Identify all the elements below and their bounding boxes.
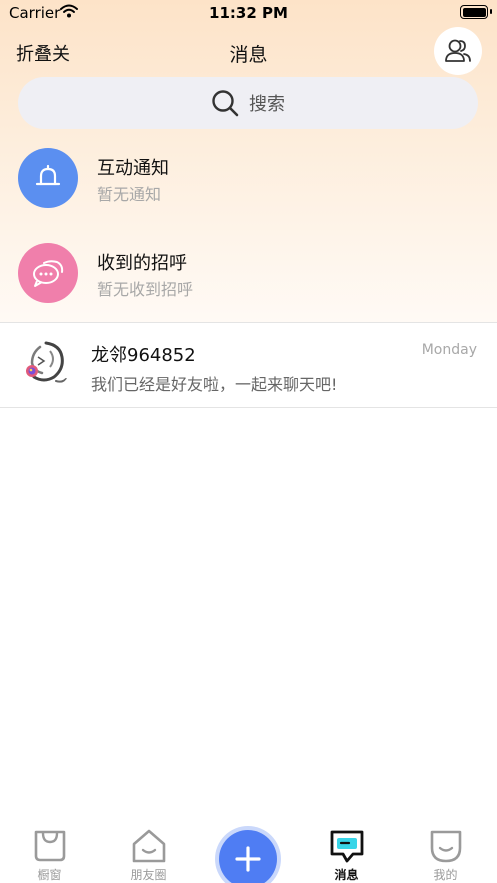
dragon-avatar (20, 337, 72, 389)
notification-icon-circle (18, 148, 78, 208)
entry-title: 收到的招呼 (97, 253, 187, 274)
divider (0, 407, 497, 408)
search-icon (212, 90, 239, 117)
contacts-icon (445, 39, 471, 62)
contacts-button[interactable] (434, 27, 482, 75)
tab-profile[interactable]: 我的 (396, 824, 495, 883)
tab-messages[interactable]: 消息 (297, 824, 396, 883)
page-title: 消息 (229, 44, 268, 66)
chat-contact-name: 龙邻964852 (91, 345, 196, 366)
tab-label: 我的 (433, 868, 458, 882)
chat-bubble-icon (33, 260, 64, 287)
tab-showcase[interactable]: 橱窗 (0, 824, 99, 883)
entry-subtitle: 暂无通知 (97, 185, 162, 204)
entry-subtitle: 暂无收到招呼 (97, 280, 194, 299)
plus-icon (235, 846, 261, 872)
clock: 11:32 PM (209, 4, 288, 22)
message-icon (330, 830, 364, 863)
bell-icon (35, 164, 61, 186)
tab-moments[interactable]: 朋友圈 (99, 824, 198, 883)
search-bar[interactable]: 搜索 (18, 77, 478, 129)
entry-title: 互动通知 (97, 158, 169, 179)
tab-label: 橱窗 (37, 868, 62, 882)
chat-timestamp: Monday (421, 342, 477, 358)
status-bar: Carrier 11:32 PM (0, 0, 497, 26)
greetings-received-entry[interactable]: 收到的招呼 暂无收到招呼 (0, 243, 497, 323)
battery-icon (460, 5, 492, 19)
publish-button[interactable] (219, 830, 277, 883)
shopping-bag-icon (34, 830, 66, 862)
chat-message-preview: 我们已经是好友啦，一起来聊天吧! (91, 375, 338, 394)
greeting-icon-circle (18, 243, 78, 303)
profile-smile-icon (430, 830, 462, 863)
chat-list-item[interactable]: 龙邻964852 Monday 我们已经是好友啦，一起来聊天吧! (0, 323, 497, 407)
interaction-notifications-entry[interactable]: 互动通知 暂无通知 (0, 148, 497, 228)
tab-label: 消息 (334, 868, 359, 882)
tab-label: 朋友圈 (130, 868, 167, 882)
search-label: 搜索 (249, 94, 285, 115)
house-smile-icon (132, 829, 166, 863)
